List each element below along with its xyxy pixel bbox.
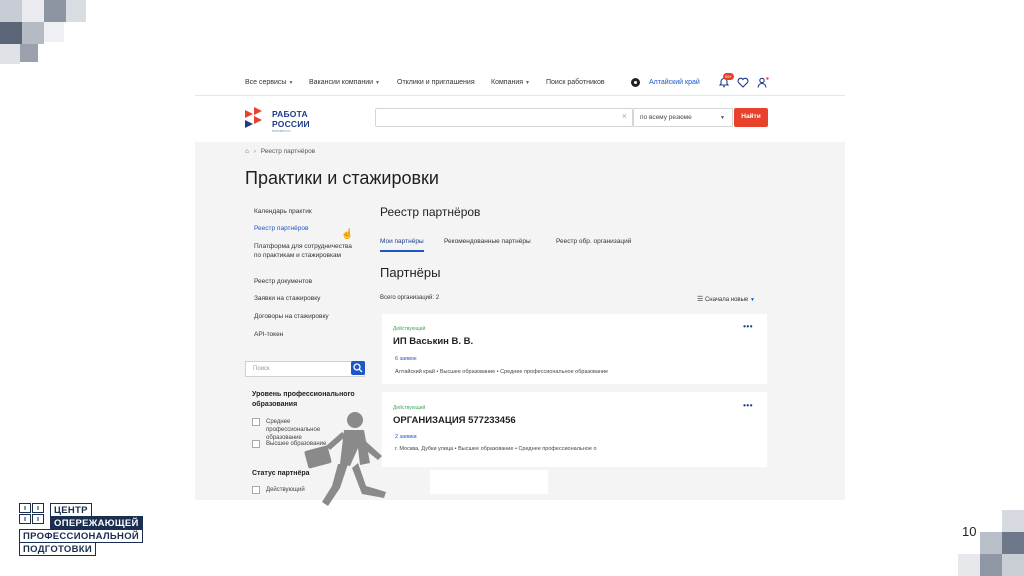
more-options-icon[interactable]: •••: [743, 401, 753, 410]
screenshot-patch: [430, 470, 548, 494]
applications-link[interactable]: 6 заявок: [395, 356, 416, 362]
sidebar-item-platform[interactable]: Платформа для сотрудничества по практика…: [254, 242, 354, 260]
checkbox[interactable]: [252, 486, 260, 494]
presentation-slide: Все сервисы ▼ Вакансии компании ▼ Отклики …: [0, 0, 1024, 576]
filter-option-active[interactable]: Действующий: [252, 486, 305, 494]
breadcrumb-current: Реестр партнёров: [260, 148, 316, 155]
nav-find-workers[interactable]: Поиск работников: [546, 79, 605, 86]
search-input[interactable]: ×: [375, 108, 633, 127]
logo-subtitle: trudvsem.ru: [272, 129, 291, 133]
status-badge: Действующий: [393, 326, 426, 332]
nav-vacancies[interactable]: Вакансии компании ▼: [309, 79, 380, 86]
more-options-icon[interactable]: •••: [743, 322, 753, 331]
section-title: Реестр партнёров: [380, 205, 481, 219]
cop-logo-icon: [19, 503, 45, 525]
partner-name[interactable]: ИП Васькин В. В.: [393, 336, 473, 347]
breadcrumb: ⌂ › Реестр партнёров: [245, 148, 315, 155]
nav-company[interactable]: Компания ▼: [491, 79, 530, 86]
heart-icon[interactable]: [737, 77, 749, 90]
chevron-down-icon: ▼: [749, 297, 755, 303]
site-header: РАБОТА РОССИИ trudvsem.ru × по всему рез…: [195, 96, 845, 142]
nav-responses[interactable]: Отклики и приглашения: [397, 79, 475, 86]
page-number: 10: [962, 524, 977, 539]
top-navigation: Все сервисы ▼ Вакансии компании ▼ Отклики …: [195, 72, 845, 96]
tab-recommended-partners[interactable]: Рекомендованные партнёры: [444, 238, 531, 245]
sort-icon: ☰: [697, 296, 704, 303]
sidebar-item-documents[interactable]: Реестр документов: [254, 277, 312, 286]
filter-education-title: Уровень профессионального образования: [252, 391, 355, 408]
hand-cursor-icon: ☝: [341, 229, 354, 240]
logo-text-line2: РОССИИ: [272, 119, 310, 129]
cop-logo-line1: ЦЕНТР: [50, 503, 92, 517]
cop-logo-line2: ОПЕРЕЖАЮЩЕЙ: [50, 516, 143, 530]
cop-logo-line3: ПРОФЕССИОНАЛЬНОЙ: [19, 529, 144, 543]
cop-logo-line4: ПОДГОТОВКИ: [19, 542, 96, 556]
logo-text-line1: РАБОТА: [272, 109, 308, 119]
sidebar-item-internship-requests[interactable]: Заявки на стажировку: [254, 294, 320, 303]
businessman-silhouette-icon: [300, 408, 400, 518]
eye-icon: [631, 78, 640, 87]
region-selector[interactable]: Алтайский край: [649, 79, 700, 86]
organizations-count: Всего организаций: 2: [380, 295, 440, 301]
partner-card[interactable]: Действующий ИП Васькин В. В. 6 заявок Ал…: [382, 314, 767, 384]
partners-title: Партнёры: [380, 265, 441, 280]
checkbox[interactable]: [252, 440, 260, 448]
partner-card[interactable]: Действующий ОРГАНИЗАЦИЯ 577233456 2 заяв…: [382, 392, 767, 467]
home-icon[interactable]: ⌂: [245, 148, 249, 155]
partner-meta: г. Москва, Дубки улица • Высшее образова…: [395, 446, 597, 452]
sidebar-search-input[interactable]: Поиск: [245, 361, 365, 377]
sidebar-item-internship-contracts[interactable]: Договоры на стажировку: [254, 312, 329, 321]
sidebar-item-calendar[interactable]: Календарь практик: [254, 207, 312, 216]
search-icon[interactable]: [351, 361, 365, 375]
website-screenshot: Все сервисы ▼ Вакансии компании ▼ Отклики …: [195, 72, 845, 500]
sidebar-item-api-token[interactable]: API-токен: [254, 330, 283, 339]
find-button[interactable]: Найти: [734, 108, 768, 127]
search-scope-select[interactable]: по всему резюме ▼: [633, 108, 733, 127]
tab-my-partners[interactable]: Мои партнёры: [380, 238, 424, 252]
partner-meta: Алтайский край • Высшее образование • Ср…: [395, 369, 609, 375]
chevron-down-icon: ▼: [720, 115, 725, 121]
sort-control[interactable]: ☰ Сначала новые ▼: [697, 295, 755, 303]
partner-name[interactable]: ОРГАНИЗАЦИЯ 577233456: [393, 415, 516, 426]
breadcrumb-separator: ›: [253, 148, 256, 155]
rabota-rossii-logo-icon[interactable]: [245, 107, 267, 129]
user-icon[interactable]: [757, 77, 769, 90]
tab-edu-org-registry[interactable]: Реестр обр. организаций: [556, 238, 631, 245]
page-title: Практики и стажировки: [245, 168, 439, 188]
clear-icon[interactable]: ×: [622, 111, 627, 121]
checkbox[interactable]: [252, 418, 260, 426]
sidebar-item-partners-registry[interactable]: Реестр партнёров: [254, 224, 308, 233]
nav-all-services[interactable]: Все сервисы ▼: [245, 79, 293, 86]
notifications-badge: 99+: [723, 73, 734, 80]
